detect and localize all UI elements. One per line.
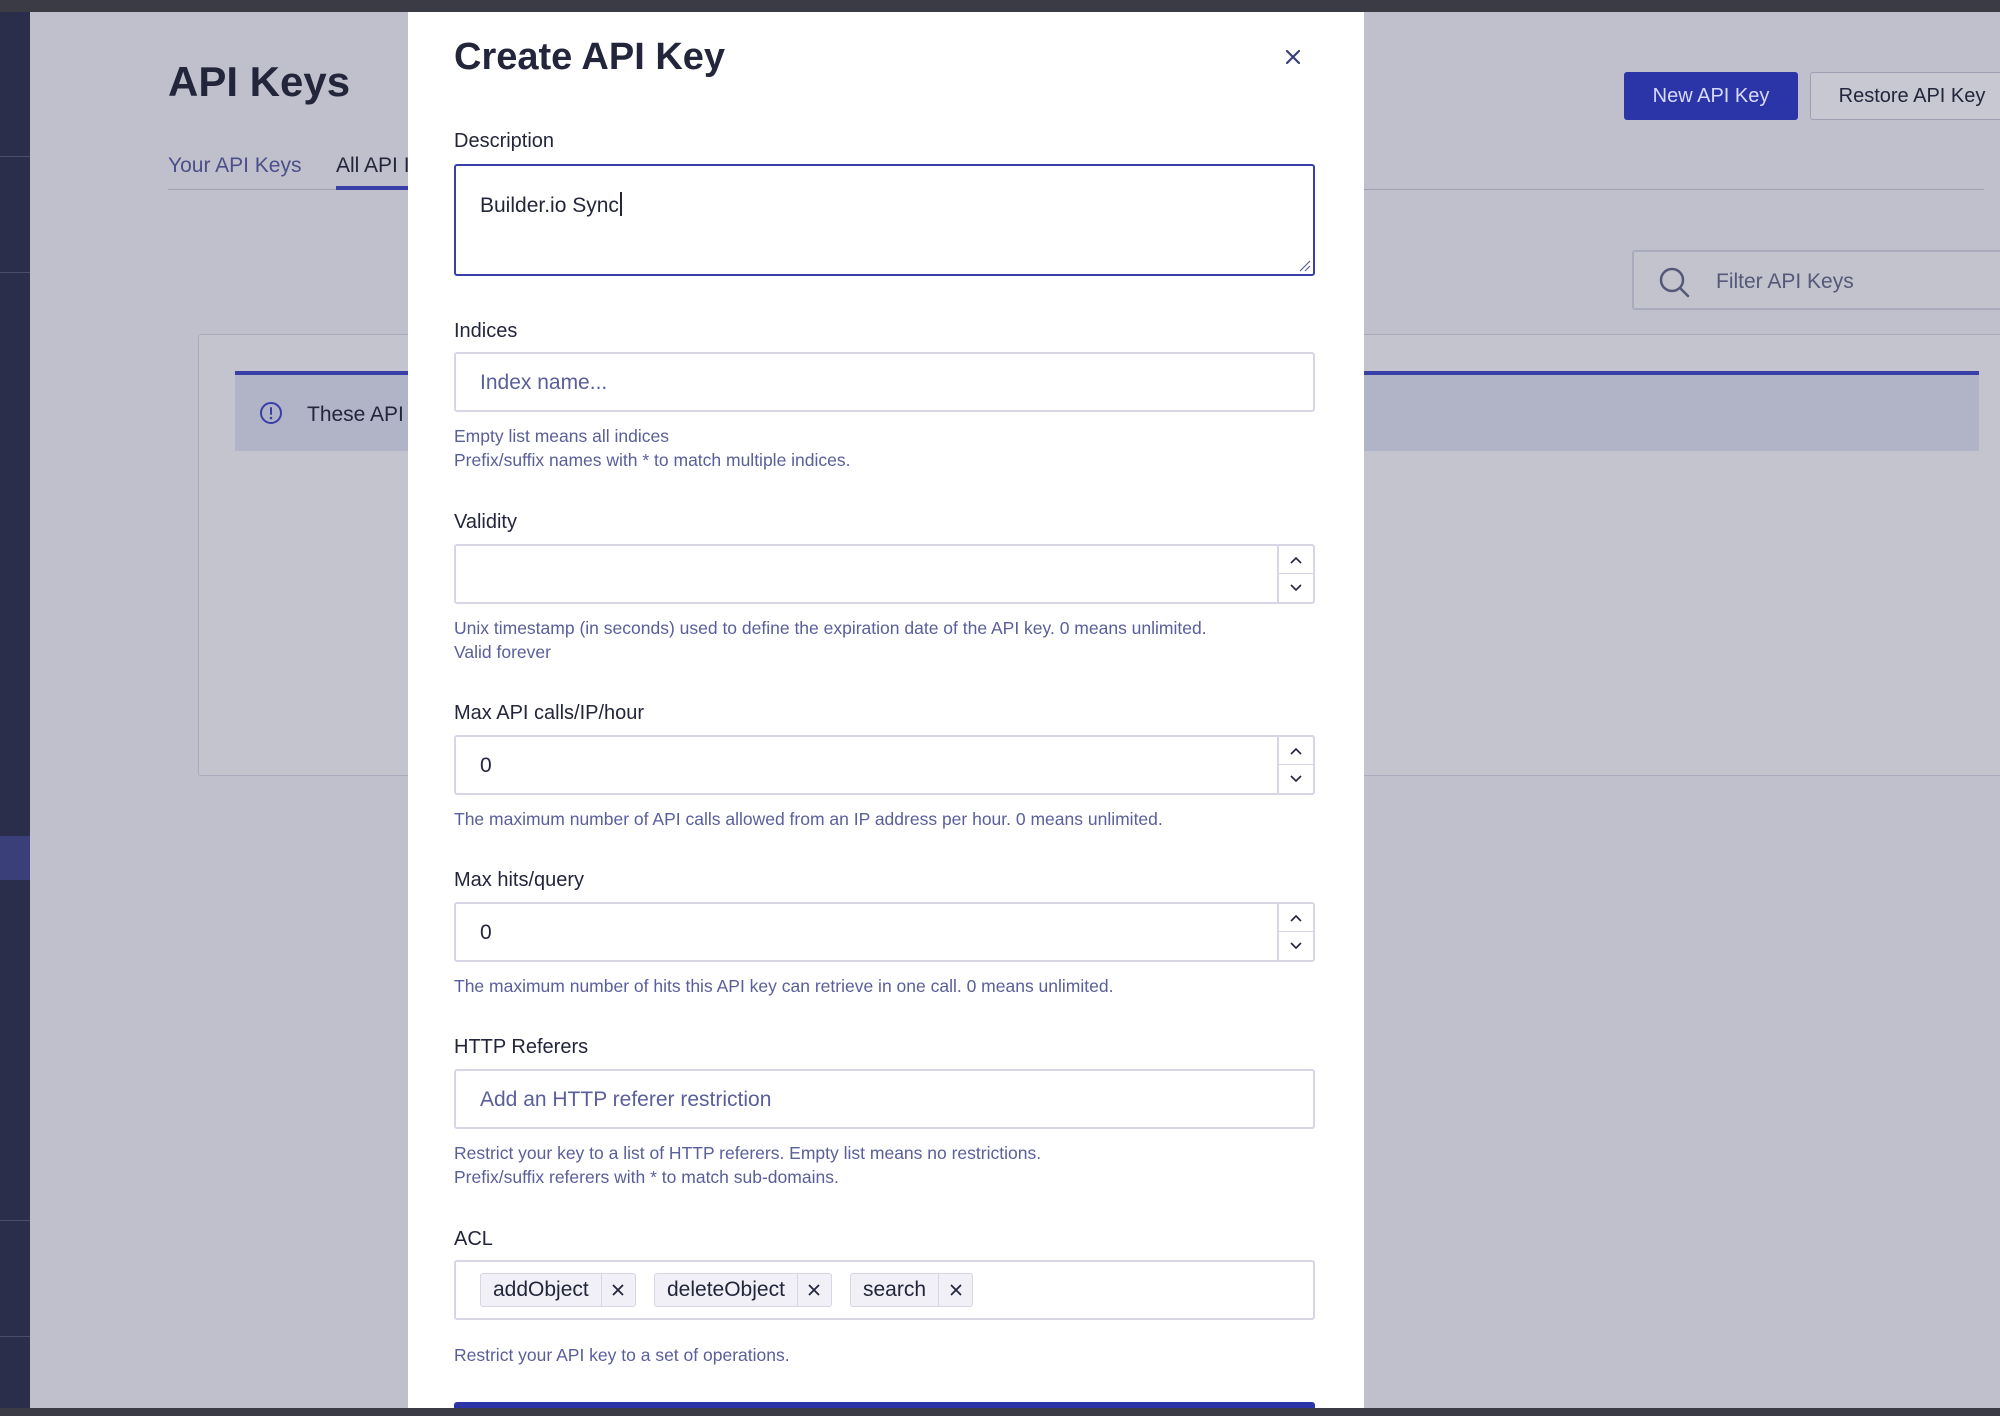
restore-api-key-button[interactable]: Restore API Key	[1810, 72, 2000, 120]
text-caret	[619, 192, 622, 216]
validity-help-1: Unix timestamp (in seconds) used to defi…	[454, 618, 1207, 638]
description-label: Description	[454, 130, 555, 152]
validity-input[interactable]	[454, 544, 1315, 604]
acl-tag: addObject	[480, 1273, 636, 1307]
browser-top-bar	[0, 0, 2000, 12]
browser-bottom-bar	[0, 1408, 2000, 1416]
description-value: Builder.io Sync	[480, 192, 622, 218]
referers-help-1: Restrict your key to a list of HTTP refe…	[454, 1143, 1042, 1163]
sidebar-active-item[interactable]	[0, 836, 30, 880]
sidebar-divider	[0, 1220, 30, 1221]
acl-help: Restrict your API key to a set of operat…	[454, 1345, 790, 1365]
acl-tag-label: addObject	[493, 1278, 589, 1301]
max-hits-help: The maximum number of hits this API key …	[454, 976, 1114, 996]
new-api-key-button[interactable]: New API Key	[1624, 72, 1798, 120]
search-icon	[1659, 267, 1690, 298]
close-icon[interactable]	[1278, 42, 1308, 72]
max-calls-stepper	[1277, 737, 1313, 793]
filter-api-keys-input[interactable]: Filter API Keys	[1632, 250, 2000, 310]
chevron-down-icon	[1290, 775, 1302, 783]
indices-help-1: Empty list means all indices	[454, 426, 669, 446]
max-calls-value: 0	[480, 754, 492, 777]
acl-tag-label: search	[863, 1278, 927, 1301]
chevron-down-icon	[1290, 942, 1302, 950]
acl-label: ACL	[454, 1228, 493, 1250]
increment-button[interactable]	[1279, 737, 1313, 765]
validity-label: Validity	[454, 511, 517, 533]
tab-your-api-keys[interactable]: Your API Keys	[168, 154, 301, 178]
create-api-key-modal: Create API Key Description Builder.io Sy…	[408, 12, 1364, 1408]
max-calls-help: The maximum number of API calls allowed …	[454, 809, 1163, 829]
chevron-up-icon	[1290, 556, 1302, 564]
acl-tag-label: deleteObject	[667, 1278, 785, 1301]
referers-placeholder: Add an HTTP referer restriction	[480, 1088, 772, 1111]
indices-help-2: Prefix/suffix names with * to match mult…	[454, 450, 851, 470]
decrement-button[interactable]	[1279, 574, 1313, 602]
remove-tag-button[interactable]	[938, 1274, 972, 1306]
sidebar-divider	[0, 272, 30, 273]
max-hits-label: Max hits/query	[454, 869, 585, 891]
increment-button[interactable]	[1279, 904, 1313, 932]
max-calls-label: Max API calls/IP/hour	[454, 702, 645, 724]
tab-all-api-keys[interactable]: All API I	[336, 154, 410, 178]
indices-placeholder: Index name...	[480, 371, 608, 394]
decrement-button[interactable]	[1279, 765, 1313, 793]
referers-help-2: Prefix/suffix referers with * to match s…	[454, 1167, 839, 1187]
max-calls-input[interactable]: 0	[454, 735, 1315, 795]
remove-tag-button[interactable]	[600, 1274, 635, 1306]
page-title: API Keys	[168, 58, 351, 105]
close-icon	[612, 1284, 624, 1296]
filter-placeholder: Filter API Keys	[1716, 270, 1854, 293]
validity-stepper	[1277, 546, 1313, 602]
max-hits-input[interactable]: 0	[454, 902, 1315, 962]
acl-tag: deleteObject	[654, 1273, 832, 1307]
sidebar	[0, 12, 30, 1408]
max-hits-value: 0	[480, 921, 492, 944]
indices-input[interactable]: Index name...	[454, 352, 1315, 412]
acl-tag: search	[850, 1273, 974, 1307]
increment-button[interactable]	[1279, 546, 1313, 574]
info-icon	[260, 402, 282, 424]
sidebar-divider	[0, 1336, 30, 1337]
acl-input[interactable]: addObject deleteObject search	[454, 1260, 1315, 1320]
chevron-up-icon	[1290, 747, 1302, 755]
close-icon	[949, 1284, 962, 1296]
description-textarea[interactable]: Builder.io Sync	[454, 164, 1315, 276]
sidebar-divider	[0, 156, 30, 157]
resize-grip-icon[interactable]	[1297, 258, 1311, 272]
decrement-button[interactable]	[1279, 932, 1313, 960]
referers-label: HTTP Referers	[454, 1036, 589, 1058]
remove-tag-button[interactable]	[796, 1274, 831, 1306]
max-hits-stepper	[1277, 904, 1313, 960]
close-icon	[808, 1284, 821, 1296]
chevron-down-icon	[1290, 584, 1302, 592]
modal-title: Create API Key	[454, 36, 726, 78]
indices-label: Indices	[454, 320, 518, 342]
referers-input[interactable]: Add an HTTP referer restriction	[454, 1069, 1315, 1129]
validity-help-2: Valid forever	[454, 642, 551, 662]
chevron-up-icon	[1290, 914, 1302, 922]
